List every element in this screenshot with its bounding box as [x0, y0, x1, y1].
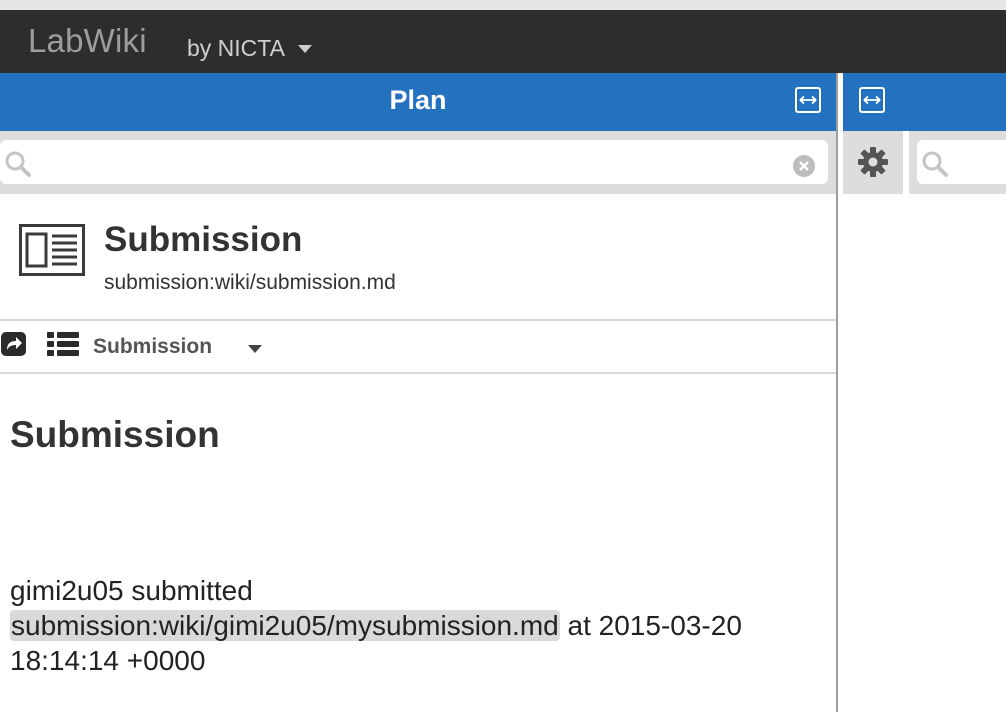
org-dropdown[interactable]: by NICTA — [187, 35, 312, 62]
search-icon — [5, 151, 31, 177]
right-column — [843, 73, 1006, 712]
window-top-strip — [0, 0, 1006, 10]
share-icon[interactable] — [0, 331, 28, 357]
document-title: Submission — [104, 220, 303, 259]
right-search-row — [909, 131, 1006, 194]
brand-logo[interactable]: LabWiki — [28, 22, 147, 60]
document-icon — [19, 224, 85, 276]
plan-search-box — [0, 140, 828, 184]
plan-column: Plan Submission submission:wiki/submissi… — [0, 73, 836, 712]
submission-path-code: submission:wiki/gimi2u05/mysubmission.md — [10, 610, 560, 641]
expand-icon[interactable] — [859, 87, 885, 113]
plan-search-row — [0, 131, 836, 194]
plan-title: Plan — [389, 85, 447, 115]
content-heading: Submission — [10, 414, 220, 455]
document-toolbar: Submission — [0, 320, 836, 374]
expand-icon[interactable] — [795, 87, 821, 113]
column-divider[interactable] — [836, 73, 843, 712]
document-header: Submission submission:wiki/submission.md — [0, 194, 836, 321]
list-icon[interactable] — [47, 332, 79, 356]
right-title-bar — [843, 73, 1006, 131]
plan-title-bar: Plan — [0, 73, 836, 131]
navbar: LabWiki by NICTA — [0, 10, 1006, 73]
right-search-box[interactable] — [917, 140, 1006, 184]
content-paragraph: gimi2u05 submitted submission:wiki/gimi2… — [10, 573, 810, 678]
search-icon — [922, 151, 948, 177]
clear-icon[interactable] — [793, 155, 815, 177]
gear-icon — [858, 147, 888, 177]
plan-search-input[interactable] — [40, 146, 778, 180]
caret-down-icon[interactable] — [248, 345, 262, 353]
document-path: submission:wiki/submission.md — [104, 271, 396, 294]
settings-button[interactable] — [843, 131, 905, 194]
content-text-before: gimi2u05 submitted — [10, 575, 253, 606]
org-label: by NICTA — [187, 35, 285, 61]
caret-down-icon — [297, 44, 312, 53]
section-dropdown-label[interactable]: Submission — [93, 335, 212, 359]
